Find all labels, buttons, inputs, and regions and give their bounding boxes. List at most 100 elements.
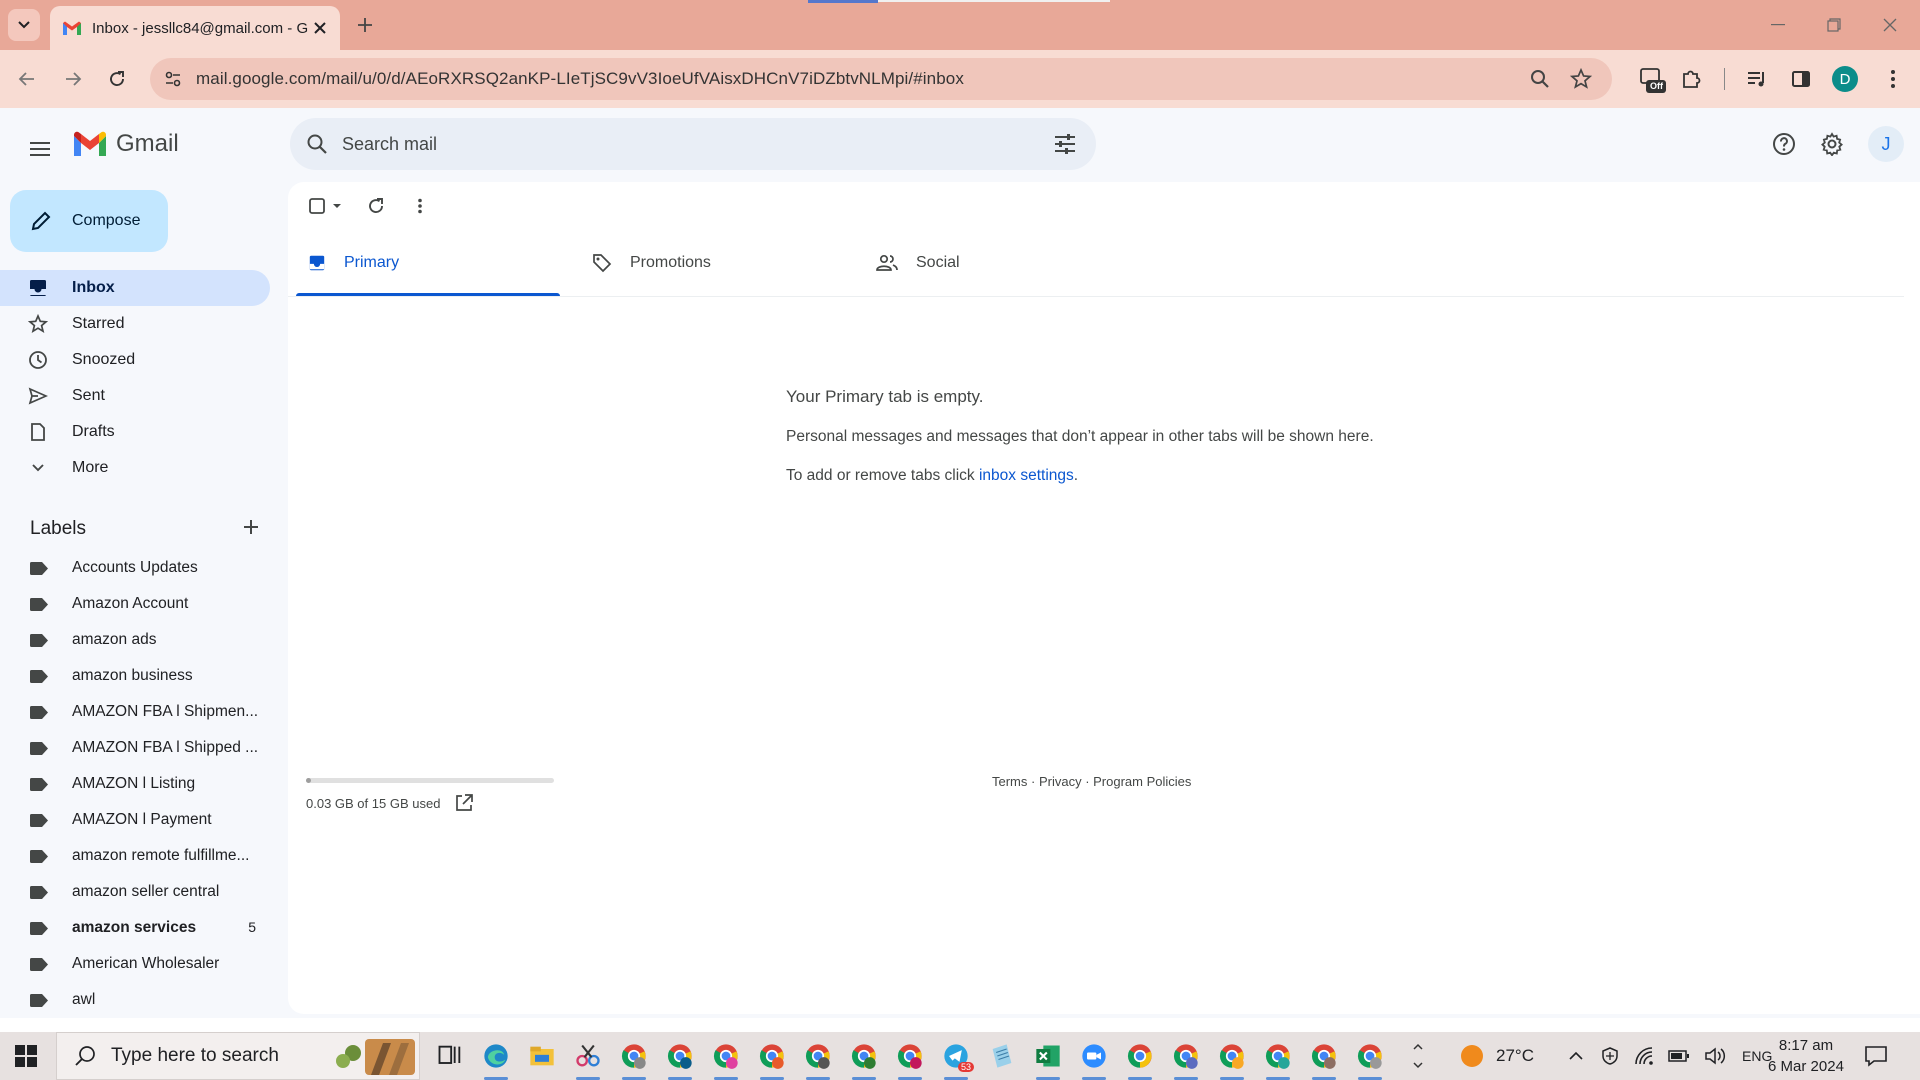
nav-label-more: More (72, 459, 109, 476)
nav-item-drafts[interactable]: Drafts (0, 414, 270, 450)
taskbar-app[interactable] (1074, 1038, 1114, 1080)
reload-button[interactable] (102, 64, 132, 94)
wifi-icon[interactable] (1634, 1046, 1654, 1066)
support-button[interactable] (1766, 126, 1802, 162)
settings-button[interactable] (1814, 126, 1850, 162)
bookmark-star-icon[interactable] (1570, 68, 1592, 90)
side-panel-button[interactable] (1786, 64, 1816, 94)
create-label-button[interactable] (238, 514, 264, 540)
chevron-up-icon[interactable] (1568, 1048, 1584, 1064)
refresh-button[interactable] (360, 190, 392, 222)
taskbar-app[interactable] (1028, 1038, 1068, 1080)
main-menu-button[interactable] (22, 131, 58, 167)
taskbar-app[interactable] (1304, 1038, 1344, 1080)
clock[interactable]: 8:17 am 6 Mar 2024 (1768, 1032, 1844, 1080)
label-item[interactable]: AMAZON FBA l Shipped ... (0, 731, 270, 765)
inbox-settings-link[interactable]: inbox settings (979, 467, 1074, 484)
label-item[interactable]: American Wholesaler (0, 947, 270, 981)
label-item[interactable]: Amazon Account (0, 587, 270, 621)
window-close-button[interactable] (1870, 10, 1910, 40)
label-item[interactable]: amazon ads (0, 623, 270, 657)
taskbar-app[interactable] (522, 1038, 562, 1074)
media-controls-button[interactable] (1742, 64, 1772, 94)
taskbar-app[interactable]: 53 (936, 1038, 976, 1080)
taskbar-app[interactable] (614, 1038, 654, 1080)
taskbar-app[interactable] (982, 1038, 1022, 1074)
label-item[interactable]: amazon business (0, 659, 270, 693)
search-icon[interactable] (306, 133, 328, 155)
taskbar-app[interactable] (1120, 1038, 1160, 1080)
tab-close-button[interactable] (310, 18, 330, 38)
program-policies-link[interactable]: Program Policies (1093, 774, 1191, 789)
terms-link[interactable]: Terms (992, 774, 1027, 789)
extension-off-button[interactable]: Off (1634, 62, 1668, 96)
tab-social[interactable]: Social (876, 230, 1140, 296)
nav-item-sent[interactable]: Sent (0, 378, 270, 414)
weather-temp: 27°C (1496, 1046, 1534, 1065)
label-name: Accounts Updates (72, 559, 198, 576)
weather-widget[interactable]: 27°C (1460, 1032, 1534, 1080)
taskbar-app[interactable] (798, 1038, 838, 1080)
notifications-button[interactable] (1864, 1032, 1888, 1080)
window-minimize-button[interactable] (1758, 10, 1798, 40)
taskbar-app[interactable] (844, 1038, 884, 1080)
gmail-logo-icon (74, 131, 106, 156)
nav-item-more[interactable]: More (0, 450, 270, 486)
label-item[interactable]: AMAZON l Payment (0, 803, 270, 837)
taskbar-app[interactable] (1212, 1038, 1252, 1080)
search-options-icon[interactable] (1054, 133, 1076, 155)
taskbar-app[interactable] (430, 1038, 470, 1074)
search-bar[interactable] (290, 118, 1096, 170)
compose-button[interactable]: Compose (10, 190, 168, 252)
profile-avatar-button[interactable]: D (1832, 66, 1858, 92)
extensions-button[interactable] (1676, 64, 1706, 94)
forward-button[interactable] (58, 64, 88, 94)
taskbar-app[interactable] (752, 1038, 792, 1080)
nav-item-starred[interactable]: Starred (0, 306, 270, 342)
back-button[interactable] (12, 64, 42, 94)
new-tab-button[interactable] (352, 12, 378, 38)
label-item[interactable]: awl (0, 983, 270, 1017)
more-actions-button[interactable] (404, 190, 436, 222)
address-bar[interactable]: mail.google.com/mail/u/0/d/AEoRXRSQ2anKP… (150, 58, 1612, 100)
taskbar-app[interactable] (476, 1038, 516, 1080)
browser-menu-button[interactable] (1878, 64, 1908, 94)
file-explorer-icon (530, 1046, 554, 1066)
taskbar-app[interactable] (1166, 1038, 1206, 1080)
nav-item-inbox[interactable]: Inbox (0, 270, 270, 306)
tray-chevron[interactable] (1412, 1032, 1424, 1080)
zoom-icon[interactable] (1530, 69, 1550, 89)
gmail-logo[interactable]: Gmail (72, 130, 179, 158)
select-all-checkbox[interactable] (304, 190, 348, 222)
volume-icon[interactable] (1704, 1046, 1726, 1066)
privacy-link[interactable]: Privacy (1039, 774, 1082, 789)
taskbar-app[interactable] (1350, 1038, 1390, 1080)
taskbar-app[interactable] (568, 1038, 608, 1080)
label-item[interactable]: AMAZON l Listing (0, 767, 270, 801)
search-input[interactable] (342, 133, 982, 155)
tab-promotions[interactable]: Promotions (592, 230, 856, 296)
label-item[interactable]: amazon services 5 (0, 911, 270, 945)
account-avatar-button[interactable]: J (1868, 126, 1904, 162)
label-item[interactable]: amazon seller central (0, 875, 270, 909)
taskbar-app[interactable] (660, 1038, 700, 1080)
taskbar-app[interactable] (706, 1038, 746, 1080)
label-name: Amazon Account (72, 595, 189, 612)
windows-start-icon[interactable] (14, 1044, 38, 1068)
chrome-profile-icon (1357, 1044, 1382, 1069)
label-item[interactable]: AMAZON FBA l Shipmen... (0, 695, 270, 729)
open-in-new-icon[interactable] (454, 793, 474, 813)
window-restore-button[interactable] (1814, 10, 1854, 40)
tab-search-button[interactable] (8, 9, 40, 41)
taskbar-search-box[interactable]: Type here to search (56, 1032, 420, 1080)
url-text: mail.google.com/mail/u/0/d/AEoRXRSQ2anKP… (196, 69, 964, 88)
network-shield-icon[interactable] (1600, 1046, 1620, 1066)
taskbar-app[interactable] (890, 1038, 930, 1080)
tab-primary[interactable]: Primary (308, 230, 572, 296)
battery-icon[interactable] (1668, 1049, 1690, 1063)
taskbar-app[interactable] (1258, 1038, 1298, 1080)
label-item[interactable]: amazon remote fulfillme... (0, 839, 270, 873)
nav-item-snoozed[interactable]: Snoozed (0, 342, 270, 378)
label-item[interactable]: Accounts Updates (0, 551, 270, 585)
browser-tab-active[interactable]: Inbox - jessllc84@gmail.com - G (50, 6, 340, 50)
